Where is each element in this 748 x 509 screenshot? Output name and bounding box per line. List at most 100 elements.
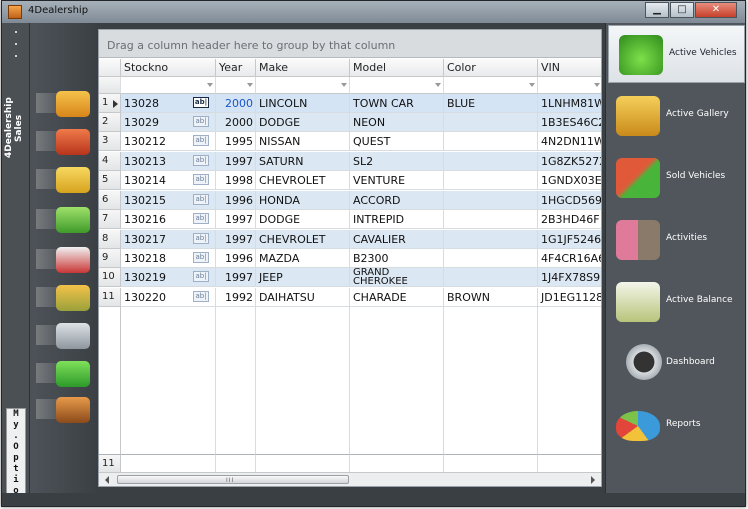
column-header-stockno[interactable]: Stockno <box>121 59 216 77</box>
table-row[interactable]: 130213 ab| 1997 SATURN SL2 1G8ZK527X <box>121 152 601 171</box>
cell-vin[interactable]: 1G1JF5246 <box>538 230 601 249</box>
text-edit-icon[interactable]: ab| <box>193 116 209 127</box>
cell-color[interactable] <box>444 113 538 132</box>
cell-color[interactable] <box>444 268 538 287</box>
cell-year[interactable]: 1997 <box>216 268 256 287</box>
cell-year[interactable]: 1997 <box>216 210 256 229</box>
cell-make[interactable]: CHEVROLET <box>256 230 350 249</box>
cell-vin[interactable]: 1G8ZK527X <box>538 152 601 171</box>
cell-stockno[interactable]: 130215 ab| <box>121 191 216 210</box>
cell-make[interactable]: DODGE <box>256 113 350 132</box>
cell-stockno[interactable]: 13028 ab| <box>121 94 216 113</box>
cell-model[interactable]: VENTURE <box>350 171 444 190</box>
cell-vin[interactable]: 1LNHM81W <box>538 94 601 113</box>
close-button[interactable]: ✕ <box>695 2 737 18</box>
nav-sold-vehicles[interactable]: Sold Vehicles <box>606 149 745 207</box>
filter-dropdown-icon[interactable] <box>207 83 213 87</box>
cell-color[interactable] <box>444 230 538 249</box>
nav-dashboard[interactable]: Dashboard <box>606 335 745 393</box>
text-edit-icon[interactable]: ab| <box>193 271 209 282</box>
table-row[interactable]: 13028 ab| 2000 LINCOLN TOWN CAR BLUE 1LNH… <box>121 94 601 113</box>
toolbar-car-button[interactable] <box>36 89 92 119</box>
cell-model[interactable]: CAVALIER <box>350 230 444 249</box>
toolbar-calculator-button[interactable] <box>36 205 92 235</box>
cell-vin[interactable]: JD1EG1128 <box>538 288 601 307</box>
cell-make[interactable]: NISSAN <box>256 132 350 151</box>
row-indicator[interactable]: 9 <box>99 249 121 268</box>
cell-make[interactable]: CHEVROLET <box>256 171 350 190</box>
cell-color[interactable] <box>444 171 538 190</box>
title-bar[interactable]: 4Dealership ▁ □ ✕ <box>2 1 745 23</box>
row-indicator[interactable]: 6 <box>99 191 121 210</box>
toolbar-chart-button[interactable] <box>36 245 92 275</box>
cell-stockno[interactable]: 130218 ab| <box>121 249 216 268</box>
table-row[interactable]: 130215 ab| 1996 HONDA ACCORD 1HGCD569 <box>121 191 601 210</box>
table-row[interactable]: 13029 ab| 2000 DODGE NEON 1B3ES46C2 <box>121 113 601 132</box>
cell-stockno[interactable]: 130216 ab| <box>121 210 216 229</box>
cell-vin[interactable]: 4F4CR16A6 <box>538 249 601 268</box>
cell-model[interactable]: NEON <box>350 113 444 132</box>
nav-activities[interactable]: Activities <box>606 211 745 269</box>
cell-vin[interactable]: 1B3ES46C2 <box>538 113 601 132</box>
row-indicator[interactable]: 8 <box>99 230 121 249</box>
cell-year[interactable]: 1996 <box>216 249 256 268</box>
nav-active-vehicles[interactable]: Active Vehicles <box>608 25 745 83</box>
table-row[interactable]: 130214 ab| 1998 CHEVROLET VENTURE 1GNDX03… <box>121 171 601 190</box>
cell-model[interactable]: SL2 <box>350 152 444 171</box>
column-header-color[interactable]: Color <box>444 59 538 77</box>
cell-model[interactable]: QUEST <box>350 132 444 151</box>
minimize-button[interactable]: ▁ <box>645 2 669 18</box>
table-row[interactable]: 130218 ab| 1996 MAZDA B2300 4F4CR16A6 <box>121 249 601 268</box>
cell-color[interactable] <box>444 249 538 268</box>
cell-year[interactable]: 1992 <box>216 288 256 307</box>
cell-color[interactable]: BLUE <box>444 94 538 113</box>
row-indicator[interactable]: 7 <box>99 210 121 229</box>
text-edit-icon[interactable]: ab| <box>193 174 209 185</box>
nav-active-balance[interactable]: Active Balance <box>606 273 745 331</box>
scroll-right-icon[interactable] <box>591 476 595 484</box>
toolbar-growth-button[interactable] <box>36 283 92 313</box>
cell-make[interactable]: SATURN <box>256 152 350 171</box>
cell-year[interactable]: 1997 <box>216 230 256 249</box>
cell-make[interactable]: HONDA <box>256 191 350 210</box>
table-row[interactable]: 130216 ab| 1997 DODGE INTREPID 2B3HD46F <box>121 210 601 229</box>
cell-year[interactable]: 1996 <box>216 191 256 210</box>
toolbar-cars-button[interactable] <box>36 127 92 157</box>
filter-dropdown-icon[interactable] <box>247 83 253 87</box>
filter-dropdown-icon[interactable] <box>529 83 535 87</box>
row-indicator[interactable]: 11 <box>99 288 121 307</box>
toolbar-tools-button[interactable] <box>36 321 92 351</box>
cell-stockno[interactable]: 130220 ab| <box>121 288 216 307</box>
table-row[interactable]: 130217 ab| 1997 CHEVROLET CAVALIER 1G1JF5… <box>121 230 601 249</box>
cell-stockno[interactable]: 130217 ab| <box>121 230 216 249</box>
filter-dropdown-icon[interactable] <box>435 83 441 87</box>
sales-tab-label[interactable]: 4Dealership Sales <box>4 83 26 173</box>
text-edit-icon[interactable]: ab| <box>193 155 209 166</box>
cell-model[interactable]: TOWN CAR <box>350 94 444 113</box>
filter-year[interactable] <box>216 77 256 94</box>
row-indicator[interactable]: 2 <box>99 113 121 132</box>
toolbar-money-button[interactable] <box>36 165 92 195</box>
cell-color[interactable] <box>444 191 538 210</box>
cell-make[interactable]: JEEP <box>256 268 350 287</box>
table-row[interactable]: 130219 ab| 1997 JEEP GRAND CHEROKEE 1J4FX… <box>121 268 601 287</box>
text-edit-icon[interactable]: ab| <box>193 213 209 224</box>
text-edit-icon[interactable]: ab| <box>193 194 209 205</box>
nav-reports[interactable]: Reports <box>606 397 745 455</box>
table-row[interactable]: 130212 ab| 1995 NISSAN QUEST 4N2DN11W <box>121 132 601 151</box>
text-edit-icon[interactable]: ab| <box>193 291 209 302</box>
row-indicator[interactable]: 5 <box>99 171 121 190</box>
toolbar-puzzle-button[interactable] <box>36 359 92 389</box>
row-indicator[interactable]: 1 <box>99 94 121 113</box>
cell-vin[interactable]: 1GNDX03E <box>538 171 601 190</box>
cell-color[interactable] <box>444 210 538 229</box>
row-indicator[interactable]: 10 <box>99 268 121 287</box>
row-indicator[interactable]: 3 <box>99 132 121 151</box>
cell-model[interactable]: CHARADE <box>350 288 444 307</box>
toolbar-exit-button[interactable] <box>36 395 92 425</box>
cell-vin[interactable]: 2B3HD46F <box>538 210 601 229</box>
horizontal-scrollbar[interactable]: III <box>99 472 601 486</box>
cell-vin[interactable]: 1HGCD569 <box>538 191 601 210</box>
filter-make[interactable] <box>256 77 350 94</box>
column-header-year[interactable]: Year <box>216 59 256 77</box>
